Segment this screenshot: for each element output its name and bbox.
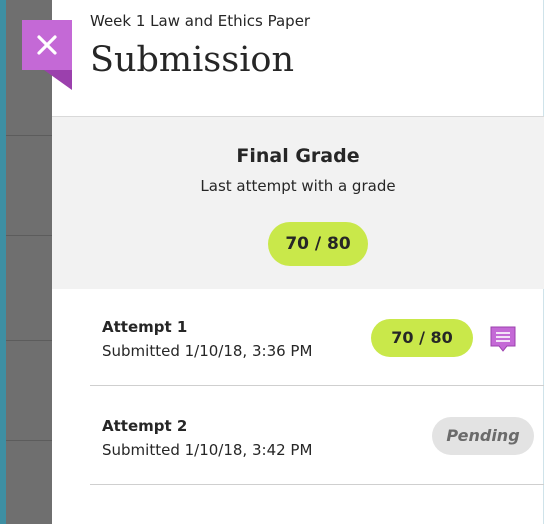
background-row-divider (6, 340, 52, 341)
attempt-grade-button[interactable]: 70 / 80 (371, 319, 473, 357)
row-divider (90, 484, 544, 485)
attempt-row: Attempt 2 Submitted 1/10/18, 3:42 PM Pen… (90, 387, 544, 485)
feedback-comment-icon[interactable] (488, 324, 518, 354)
attempt-row: Attempt 1 Submitted 1/10/18, 3:36 PM 70 … (90, 288, 544, 386)
background-row-divider (6, 135, 52, 136)
final-grade-title: Final Grade (236, 145, 360, 167)
attempt-submitted-date: Submitted 1/10/18, 3:36 PM (102, 342, 313, 360)
final-grade-pill: 70 / 80 (268, 222, 368, 266)
page-title: Submission (90, 40, 295, 80)
pending-status-badge: Pending (432, 417, 534, 455)
close-icon (37, 35, 57, 55)
row-divider (90, 385, 544, 386)
final-grade-section: Final Grade Last attempt with a grade 70… (52, 116, 544, 289)
close-panel-button[interactable] (22, 20, 72, 90)
background-accent-strip (0, 0, 6, 524)
assignment-name: Week 1 Law and Ethics Paper (90, 12, 311, 30)
attempt-name: Attempt 2 (102, 417, 188, 435)
background-row-divider (6, 440, 52, 441)
background-row-divider (6, 235, 52, 236)
attempt-name: Attempt 1 (102, 318, 188, 336)
final-grade-subtitle: Last attempt with a grade (200, 177, 396, 195)
attempt-submitted-date: Submitted 1/10/18, 3:42 PM (102, 441, 313, 459)
